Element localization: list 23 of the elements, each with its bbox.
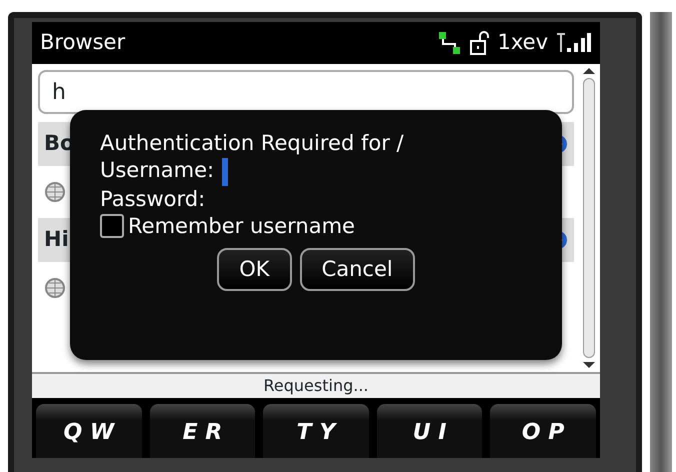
- remember-checkbox[interactable]: [100, 214, 124, 238]
- keyboard-key[interactable]: E R: [150, 404, 256, 458]
- globe-icon: [44, 181, 66, 203]
- globe-icon: [44, 277, 66, 299]
- remember-label: Remember username: [128, 212, 355, 240]
- connection-icon: [438, 31, 462, 55]
- keyboard-key[interactable]: O P: [490, 404, 596, 458]
- app-title: Browser: [40, 29, 126, 56]
- keyboard-key[interactable]: Q W: [36, 404, 142, 458]
- signal-strength-icon: [556, 32, 592, 54]
- keyboard-key[interactable]: T Y: [263, 404, 369, 458]
- dialog-message: Authentication Required for /: [100, 130, 405, 157]
- cancel-button[interactable]: Cancel: [300, 248, 415, 292]
- network-label: 1xev: [498, 29, 548, 56]
- section-title: Hi: [44, 226, 69, 254]
- url-field[interactable]: h: [38, 70, 574, 114]
- unlocked-padlock-icon: [470, 30, 490, 56]
- ok-button[interactable]: OK: [217, 248, 292, 292]
- keyboard-key[interactable]: U I: [376, 404, 482, 458]
- username-label: Username:: [100, 158, 214, 182]
- password-label: Password:: [100, 186, 206, 213]
- username-field[interactable]: [222, 158, 228, 186]
- status-bar: Requesting...: [32, 372, 600, 398]
